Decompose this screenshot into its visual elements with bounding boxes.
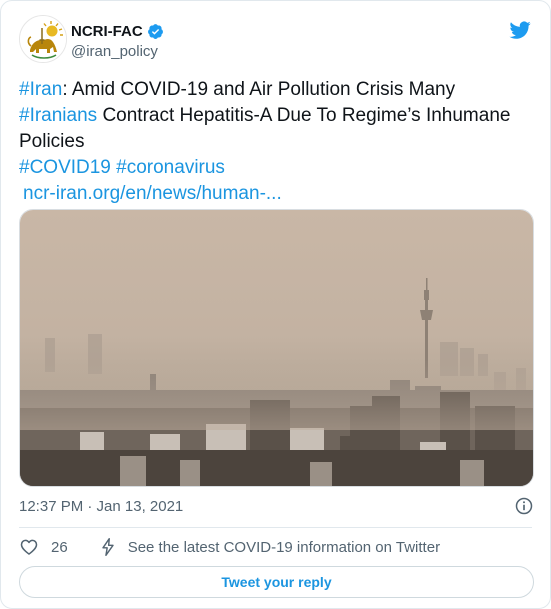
tweet-header: NCRI-FAC @iran_policy bbox=[19, 15, 532, 67]
tweet-text: #Iran: Amid COVID-19 and Air Pollution C… bbox=[19, 77, 539, 207]
display-name-row: NCRI-FAC bbox=[71, 21, 164, 41]
heart-icon[interactable] bbox=[19, 537, 39, 557]
covid-info-link[interactable]: See the latest COVID-19 information on T… bbox=[98, 537, 440, 557]
author-block[interactable]: NCRI-FAC @iran_policy bbox=[71, 21, 164, 60]
hashtag-iranians-link[interactable]: #Iranians bbox=[19, 105, 97, 126]
info-icon[interactable] bbox=[514, 496, 534, 516]
twitter-bird-icon[interactable] bbox=[508, 19, 532, 41]
tweet-card: NCRI-FAC @iran_policy #Iran: Amid COVID-… bbox=[0, 0, 551, 609]
like-button[interactable]: 26 bbox=[19, 537, 68, 557]
smog-city-skyline-image bbox=[20, 210, 533, 486]
tweet-actions-row: 26 See the latest COVID-19 information o… bbox=[19, 535, 534, 559]
display-name[interactable]: NCRI-FAC bbox=[71, 23, 143, 40]
lion-and-sun-emblem-icon bbox=[20, 16, 66, 62]
article-url-link[interactable]: ncr-iran.org/en/news/human-... bbox=[19, 181, 539, 207]
hashtag-coronavirus-link[interactable]: #coronavirus bbox=[116, 157, 225, 178]
handle[interactable]: @iran_policy bbox=[71, 43, 164, 60]
lightning-bolt-icon bbox=[101, 537, 114, 557]
divider bbox=[19, 527, 532, 528]
avatar[interactable] bbox=[19, 15, 67, 63]
covid-info-text[interactable]: See the latest COVID-19 information on T… bbox=[128, 539, 440, 556]
tweet-text-part1: : Amid COVID-19 and Air Pollution Crisis… bbox=[62, 79, 456, 100]
tweet-meta-row: 12:37 PM · Jan 13, 2021 bbox=[19, 495, 534, 517]
verified-badge-icon bbox=[147, 23, 164, 40]
tweet-photo[interactable] bbox=[19, 209, 534, 487]
timestamp[interactable]: 12:37 PM · Jan 13, 2021 bbox=[19, 498, 183, 515]
hashtag-iran-link[interactable]: #Iran bbox=[19, 79, 62, 100]
like-count: 26 bbox=[51, 538, 68, 556]
hashtag-covid19-link[interactable]: #COVID19 bbox=[19, 157, 111, 178]
tweet-your-reply-button[interactable]: Tweet your reply bbox=[19, 566, 534, 598]
